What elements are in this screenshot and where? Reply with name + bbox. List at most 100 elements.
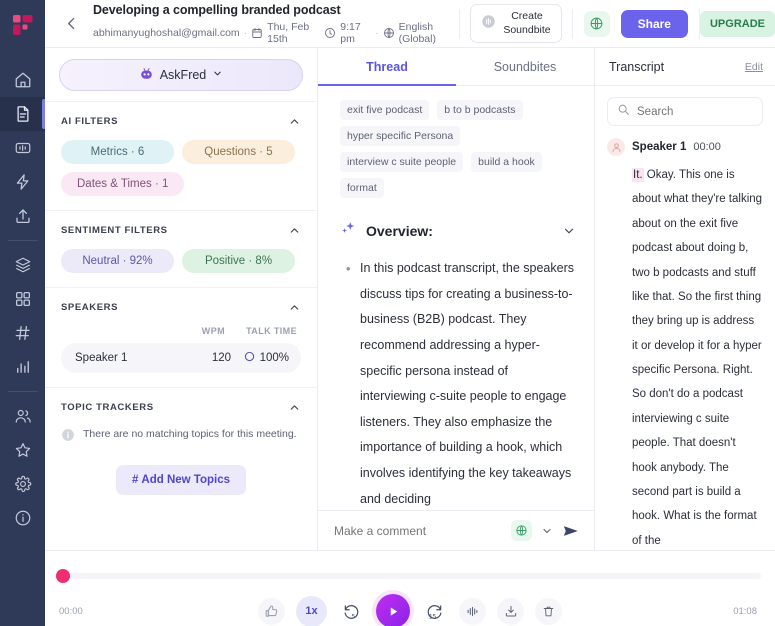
thread-scroll-area: exit five podcast b to b podcasts hyper …	[318, 86, 594, 510]
tab-soundbites[interactable]: Soundbites	[456, 48, 594, 85]
add-topic-wrap: # Add New Topics	[61, 465, 301, 495]
comment-translate-button[interactable]	[511, 520, 532, 541]
speaker-name: Speaker 1	[75, 352, 128, 364]
search-box[interactable]	[607, 97, 763, 126]
forward-15-button[interactable]: 15	[421, 598, 448, 625]
create-soundbite-button[interactable]: Create Soundbite	[470, 4, 562, 43]
download-button[interactable]	[497, 597, 524, 625]
sidebar-item-automations[interactable]	[0, 165, 45, 199]
list-item: In this podcast transcript, the speakers…	[346, 256, 576, 510]
filter-chip-positive[interactable]: Positive · 8%	[182, 249, 295, 273]
keyword-chip[interactable]: format	[340, 178, 384, 198]
transcript-header: Transcript Edit	[595, 48, 775, 86]
svg-text:15: 15	[429, 613, 437, 620]
chevron-up-icon[interactable]	[288, 401, 301, 414]
transcript-text: It. Okay. This one is about what they're…	[632, 163, 763, 550]
rewind-5-button[interactable]: 5	[338, 598, 365, 625]
player-controls-row: 00:00 1x 5 15 01:08	[45, 594, 775, 626]
hash-icon: #	[131, 474, 139, 486]
transcript-speaker-row: Speaker 1 00:00	[607, 138, 763, 156]
chevron-up-icon[interactable]	[288, 224, 301, 237]
rail-divider	[7, 391, 38, 392]
add-new-topics-label: Add New Topics	[141, 474, 230, 486]
keyword-chip[interactable]: exit five podcast	[340, 100, 430, 120]
playback-speed-button[interactable]: 1x	[296, 595, 327, 626]
progress-bar[interactable]	[56, 569, 761, 583]
filter-chip-questions[interactable]: Questions · 5	[182, 140, 295, 164]
filter-chip-dates-times[interactable]: Dates & Times · 1	[61, 172, 185, 196]
chevron-down-icon	[212, 68, 223, 82]
transcript-edit-button[interactable]: Edit	[745, 61, 763, 73]
page-title: Developing a compelling branded podcast	[93, 2, 341, 17]
topic-trackers-empty-state: There are no matching topics for this me…	[61, 428, 301, 447]
sidebar-item-channels[interactable]	[0, 248, 45, 282]
chevron-up-icon[interactable]	[288, 301, 301, 314]
overview-header: Overview:	[340, 220, 576, 242]
comment-input[interactable]	[334, 523, 502, 538]
askfred-button[interactable]: AskFred	[59, 59, 303, 91]
speakers-header: SPEAKERS	[61, 301, 301, 314]
delete-button[interactable]	[535, 597, 562, 625]
keyword-chip[interactable]: interview c suite people	[340, 152, 464, 172]
chevron-down-icon[interactable]	[562, 224, 576, 238]
translate-globe-button[interactable]	[583, 10, 610, 37]
create-soundbite-label: Create Soundbite	[503, 10, 550, 36]
transcript-timestamp[interactable]: 00:00	[693, 141, 721, 153]
ai-filter-chips: Metrics · 6 Questions · 5 Dates & Times …	[61, 140, 301, 196]
meeting-date: Thu, Feb 15th	[267, 20, 310, 45]
sentiment-filter-chips: Neutral · 92% Positive · 8%	[61, 249, 301, 273]
chevron-down-icon[interactable]	[541, 525, 553, 537]
sidebar-item-help[interactable]	[0, 501, 45, 535]
talk-time-value: 100%	[259, 352, 289, 364]
transcript-search-wrap	[595, 86, 775, 132]
speakers-column-headers: WPM TALK TIME	[61, 326, 301, 336]
sentiment-filters-section: SENTIMENT FILTERS Neutral · 92% Positive…	[45, 210, 317, 287]
fireflies-logo[interactable]	[12, 14, 34, 41]
keyword-chip[interactable]: build a hook	[471, 152, 542, 172]
waveform-button[interactable]	[459, 597, 486, 625]
sidebar-item-favorites[interactable]	[0, 433, 45, 467]
play-button[interactable]	[376, 594, 410, 626]
filter-chip-metrics[interactable]: Metrics · 6	[61, 140, 174, 164]
share-button[interactable]: Share	[620, 9, 688, 38]
keyword-chip[interactable]: hyper specific Persona	[340, 126, 461, 146]
left-nav-rail	[0, 0, 45, 626]
keyword-list: exit five podcast b to b podcasts hyper …	[340, 100, 576, 198]
search-input[interactable]	[637, 105, 753, 118]
globe-icon	[383, 27, 395, 39]
sidebar-item-home[interactable]	[0, 63, 45, 97]
sidebar-item-analytics[interactable]	[0, 350, 45, 384]
send-comment-button[interactable]	[562, 522, 580, 540]
sidebar-item-upload[interactable]	[0, 199, 45, 233]
meeting-language: English (Global)	[398, 20, 436, 45]
owner-email: abhimanyughoshal@gmail.com	[93, 26, 240, 39]
table-row[interactable]: Speaker 1 120 100%	[61, 343, 301, 373]
thumbs-up-button[interactable]	[258, 597, 285, 625]
upgrade-button[interactable]: UPGRADE	[699, 10, 775, 37]
progress-knob[interactable]	[56, 569, 70, 583]
askfred-label: AskFred	[159, 68, 207, 82]
sidebar-item-team[interactable]	[0, 399, 45, 433]
sidebar-item-topics[interactable]	[0, 316, 45, 350]
sidebar-item-settings[interactable]	[0, 467, 45, 501]
speakers-col-wpm: WPM	[201, 326, 225, 336]
back-button[interactable]	[59, 12, 83, 36]
add-new-topics-button[interactable]: # Add New Topics	[115, 465, 246, 495]
player-controls: 1x 5 15	[45, 594, 775, 626]
svg-text:5: 5	[352, 613, 356, 620]
rail-group-primary	[0, 63, 45, 233]
sidebar-item-apps[interactable]	[0, 282, 45, 316]
header-divider	[571, 8, 573, 39]
sentiment-filters-title: SENTIMENT FILTERS	[61, 225, 168, 236]
chevron-up-icon[interactable]	[288, 115, 301, 128]
overview-bullet-list: In this podcast transcript, the speakers…	[340, 256, 576, 510]
tab-thread[interactable]: Thread	[318, 48, 456, 86]
transcript-speaker-name: Speaker 1	[632, 141, 687, 153]
transcript-body-text: Okay. This one is about what they're tal…	[632, 169, 763, 547]
keyword-chip[interactable]: b to b podcasts	[437, 100, 523, 120]
robot-icon	[139, 67, 154, 84]
filter-chip-neutral[interactable]: Neutral · 92%	[61, 249, 174, 273]
sidebar-item-soundbites[interactable]	[0, 131, 45, 165]
sidebar-item-notes[interactable]	[0, 97, 45, 131]
soundbite-line2: Soundbite	[503, 23, 551, 36]
